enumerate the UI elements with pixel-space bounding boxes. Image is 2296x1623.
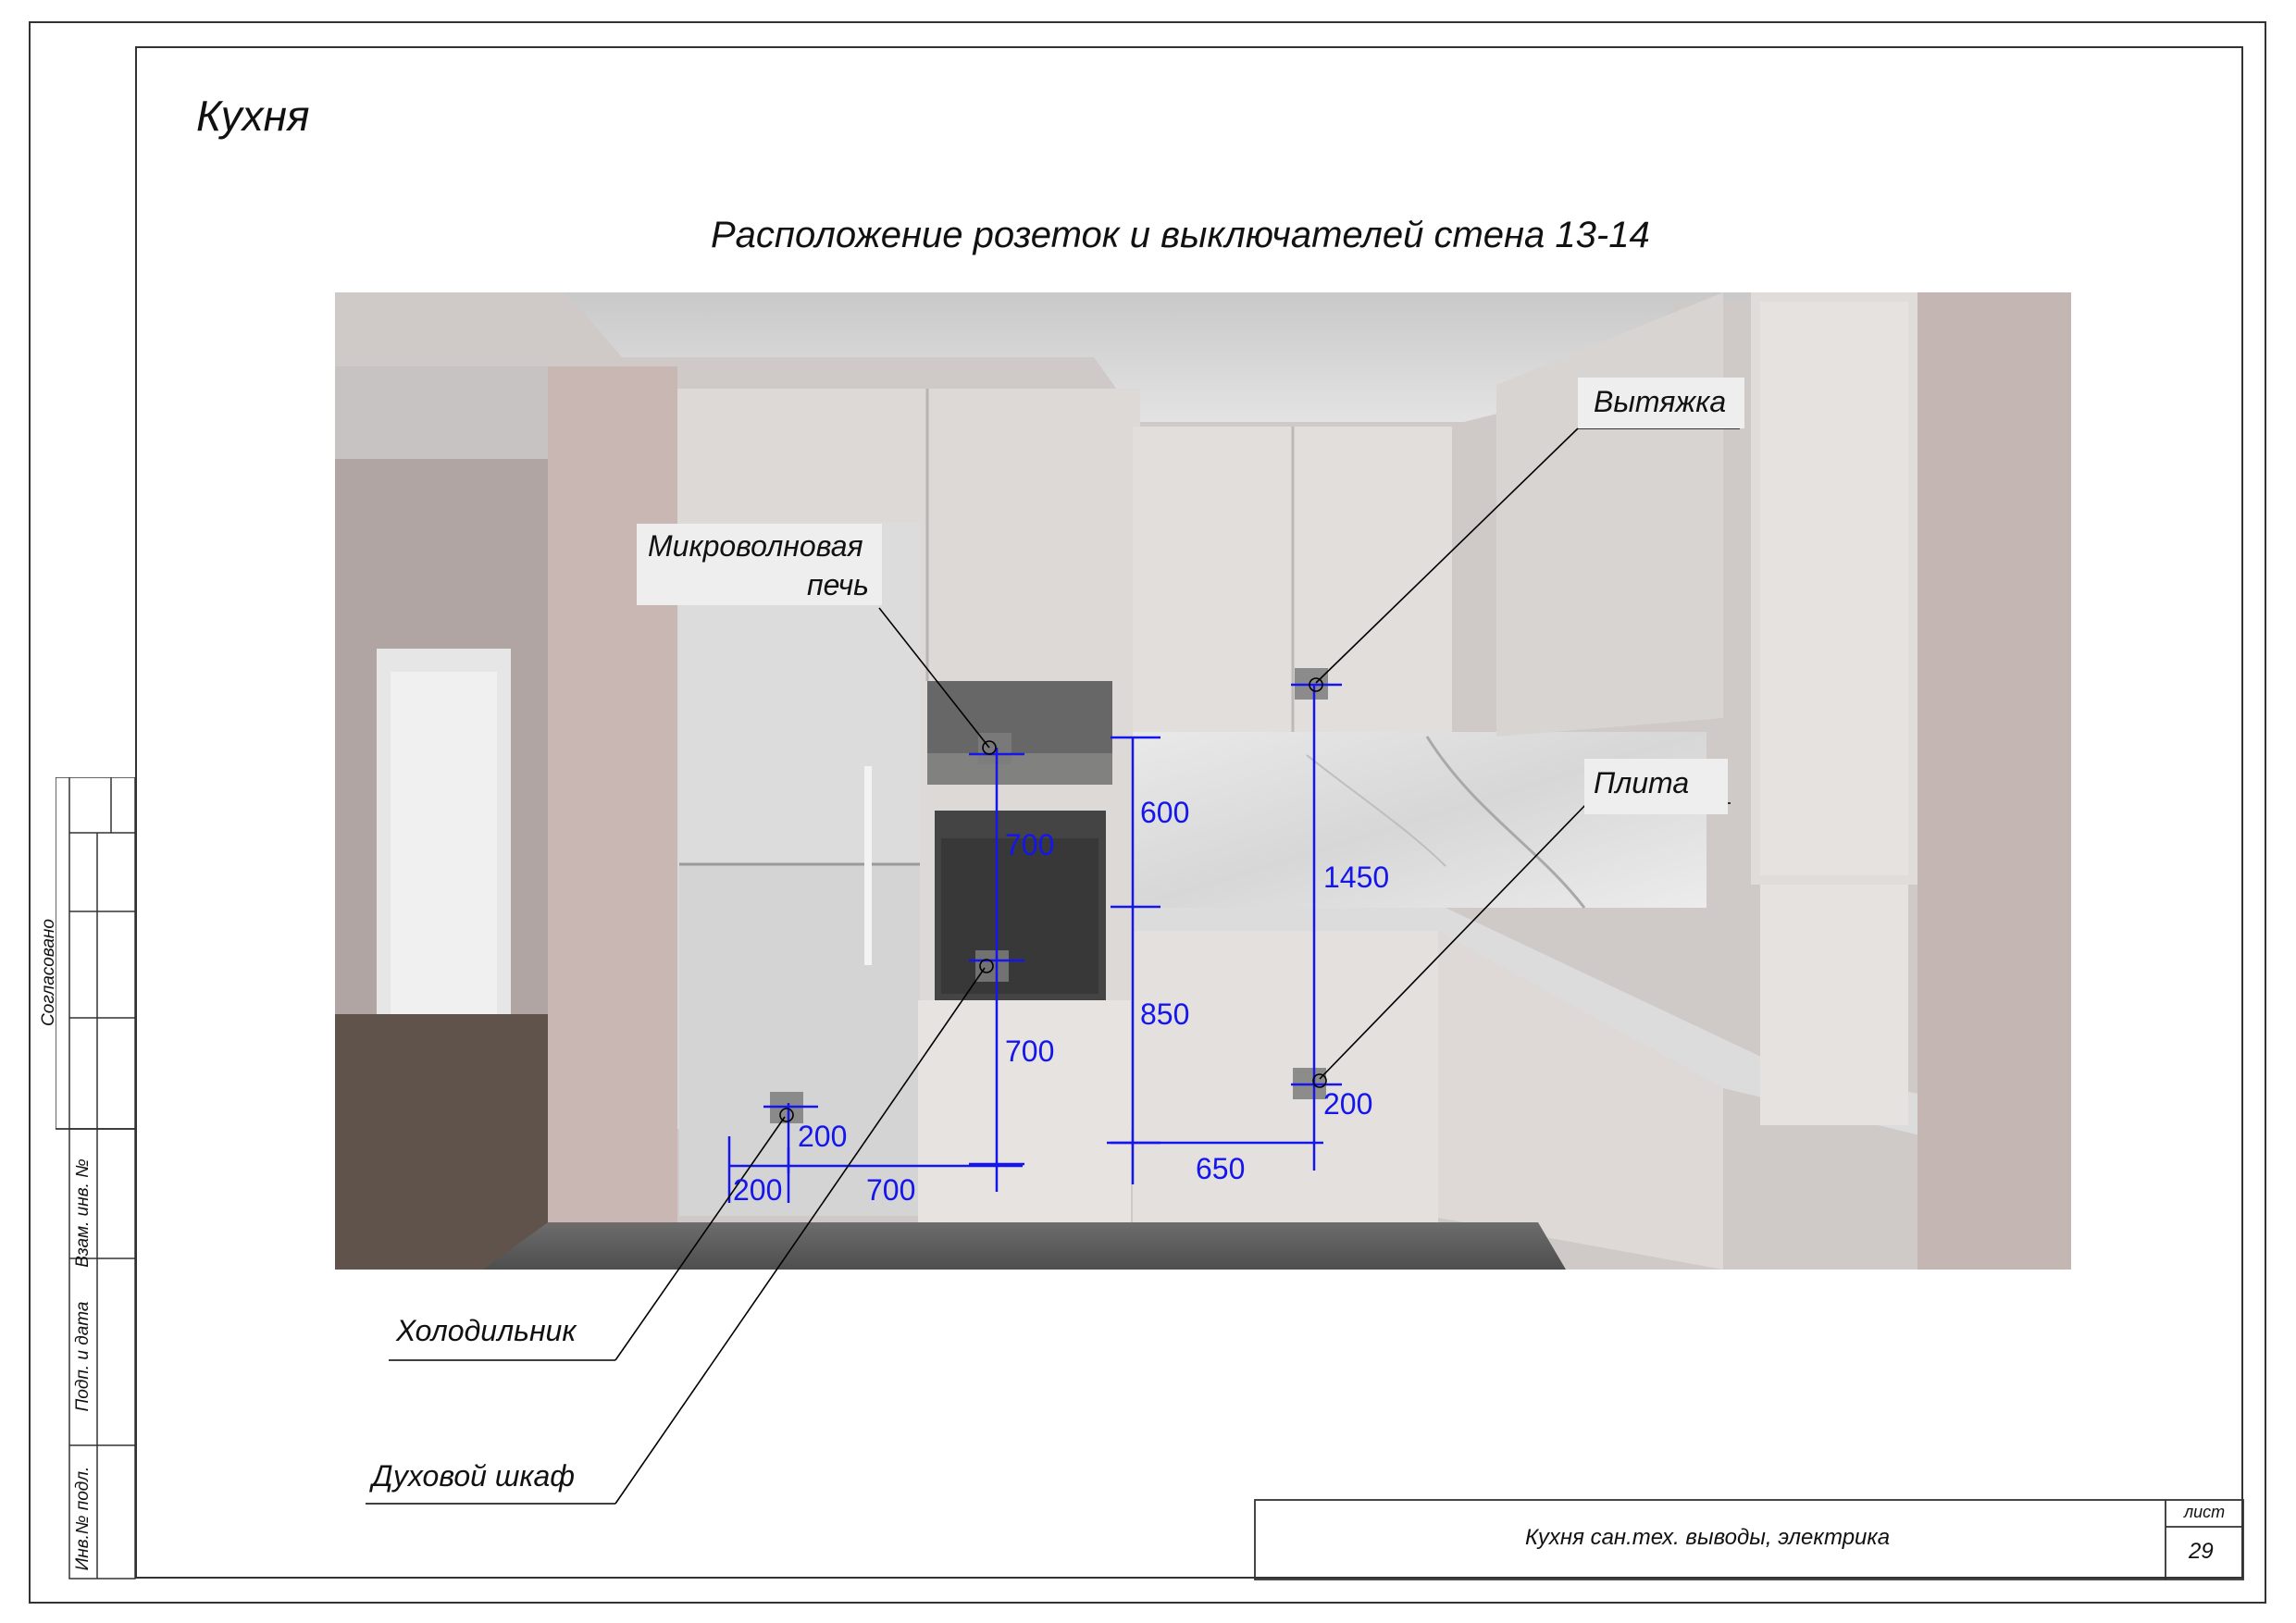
dim-fridge-height: 200: [798, 1120, 848, 1153]
dim-hood-height: 1450: [1323, 861, 1390, 894]
callout-microwave-line2: печь: [807, 568, 869, 601]
callout-oven: Духовой шкаф: [372, 1459, 576, 1493]
dim-counter-height: 850: [1140, 997, 1190, 1031]
callout-fridge: Холодильник: [396, 1314, 577, 1347]
dim-fridge-offset: 200: [733, 1173, 783, 1207]
title-block-sheet-number: 29: [2189, 1539, 2214, 1564]
callout-hood: Вытяжка: [1594, 385, 1727, 418]
callout-stove: Плита: [1594, 766, 1690, 799]
dim-oven-height: 700: [1005, 1035, 1055, 1068]
dim-stove-height: 200: [1323, 1087, 1373, 1121]
title-block-description: Кухня сан.тех. выводы, электрика: [1525, 1525, 1891, 1550]
dim-upper-gap: 600: [1140, 796, 1190, 829]
title-block-sheet-label: лист: [2184, 1503, 2226, 1521]
callout-microwave-line1: Микроволновая: [648, 529, 863, 563]
dim-fridge-to-oven: 700: [866, 1173, 916, 1207]
dim-stove-offset: 650: [1196, 1152, 1246, 1185]
dim-mw-to-oven: 700: [1005, 828, 1055, 861]
